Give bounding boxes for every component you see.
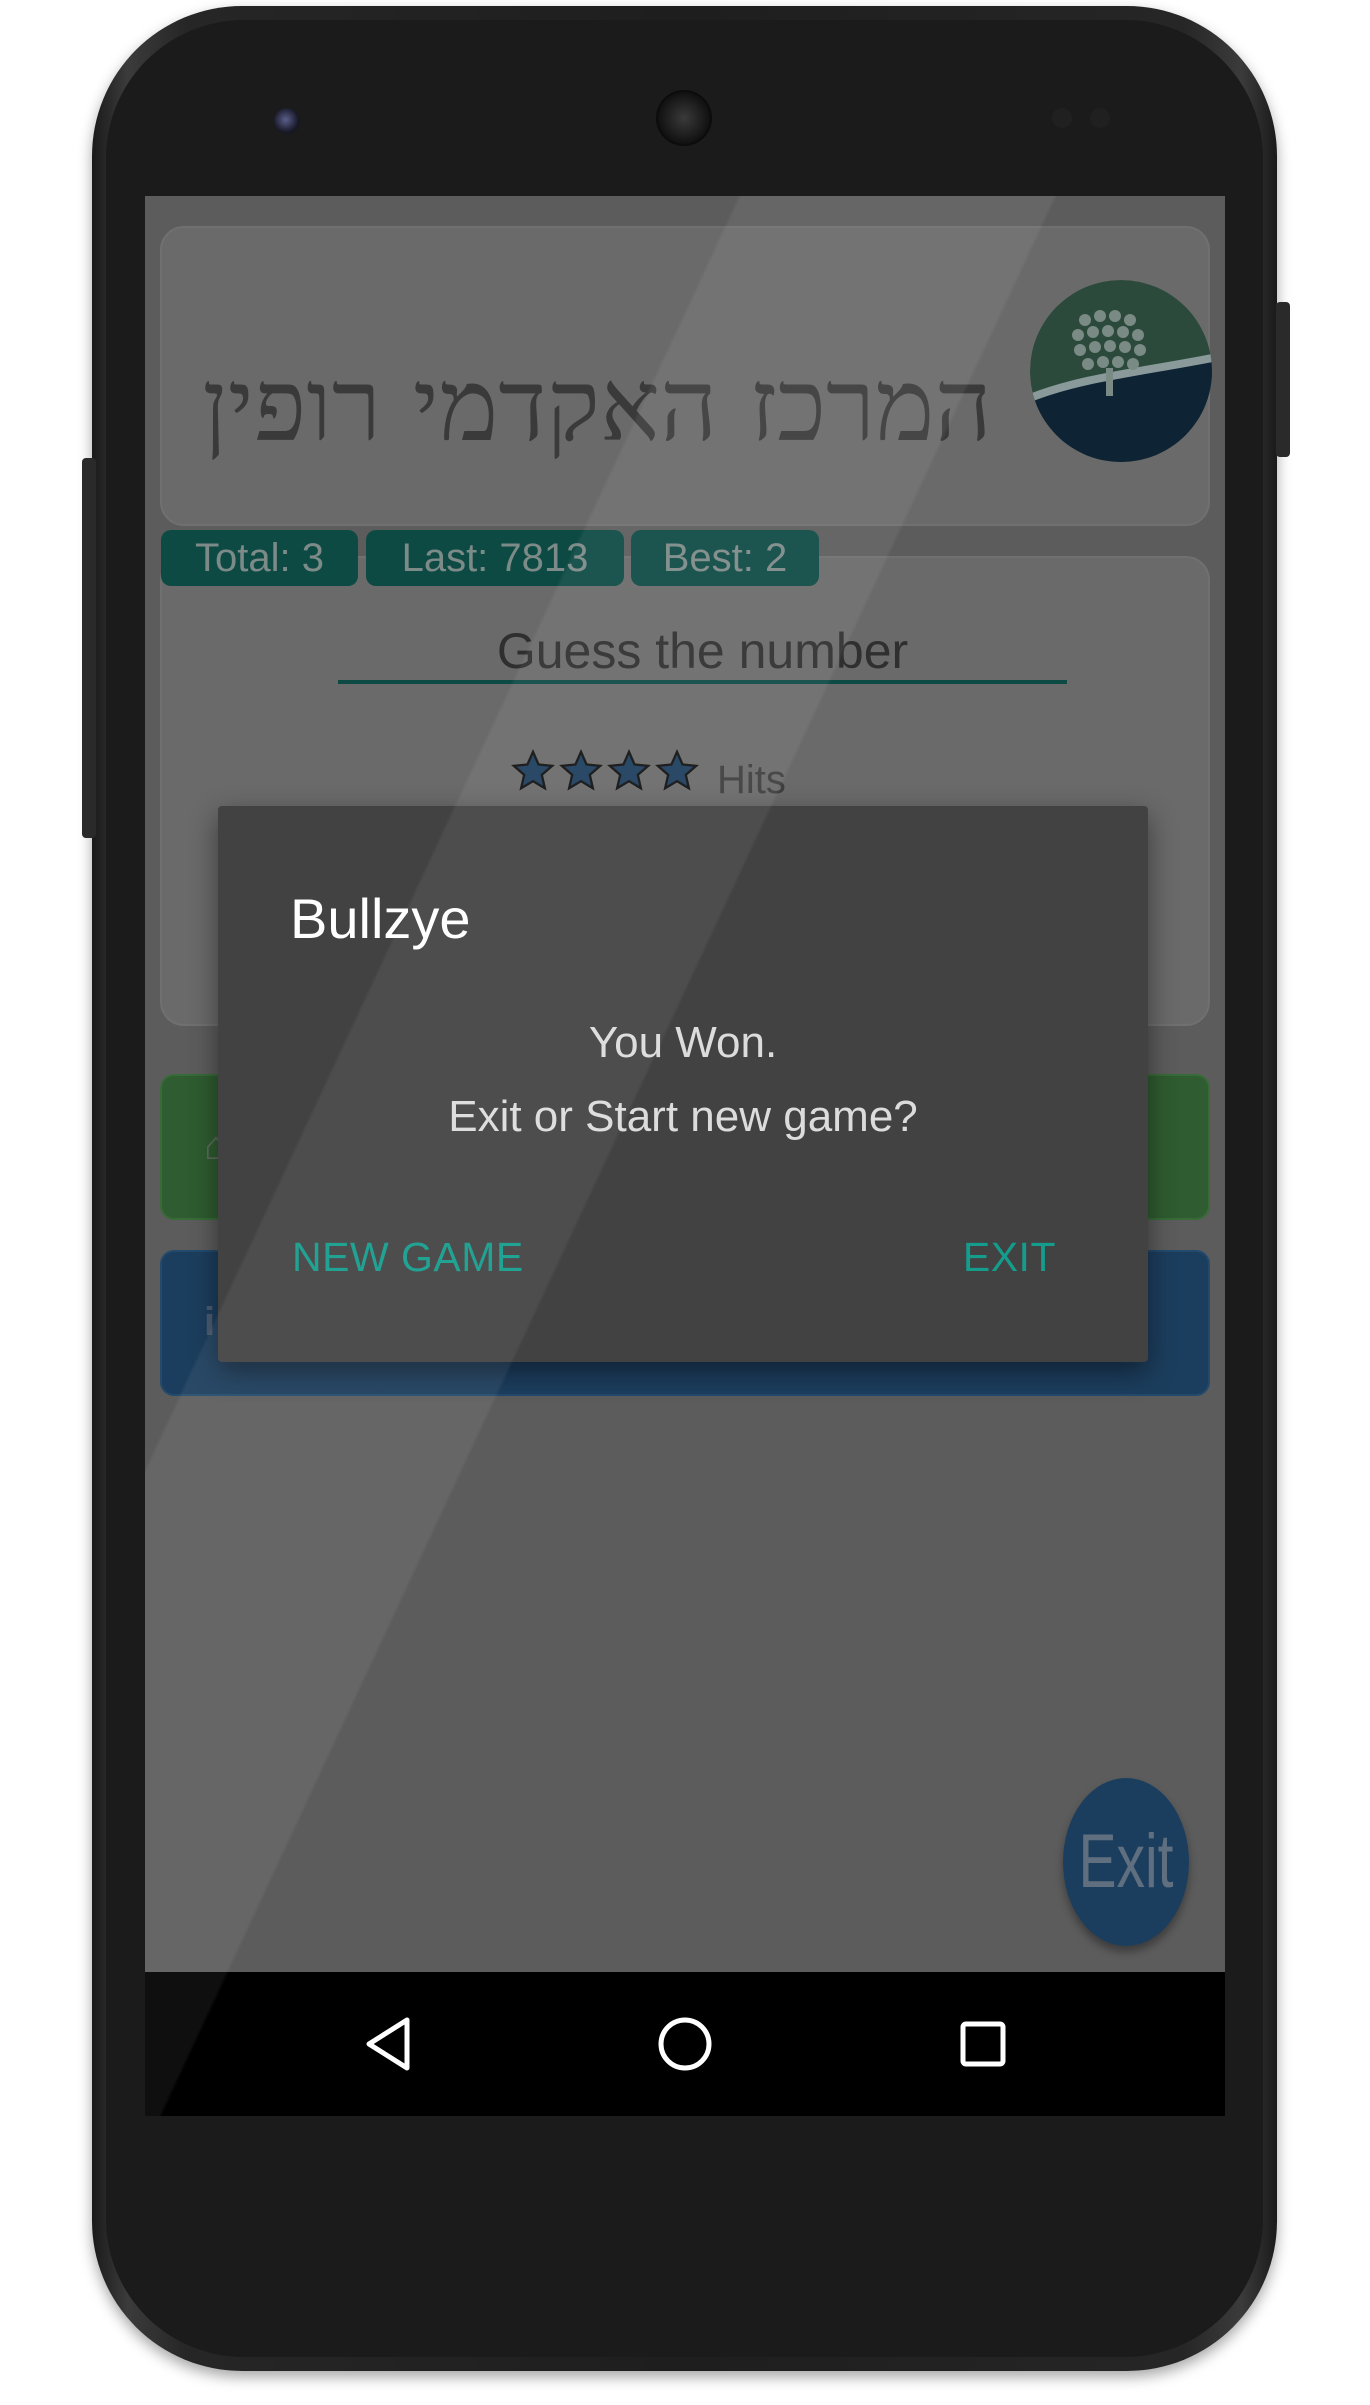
new-game-button[interactable]: NEW GAME: [292, 1234, 524, 1281]
dialog-message-line2: Exit or Start new game?: [448, 1092, 918, 1141]
exit-button[interactable]: EXIT: [963, 1234, 1056, 1281]
home-circle-icon[interactable]: [653, 2012, 717, 2076]
star-icon: [511, 748, 555, 791]
star-icon: [607, 748, 651, 791]
last-badge: Last: 7813: [366, 530, 624, 586]
navigation-bar: [145, 1972, 1225, 2116]
hits-rating: [510, 748, 702, 794]
hits-label: Hits: [717, 758, 786, 802]
star-icon: [655, 748, 699, 791]
earpiece-speaker: [656, 90, 712, 146]
total-badge: Total: 3: [161, 530, 358, 586]
result-dialog: Bullzye You Won. Exit or Start new game?…: [218, 806, 1148, 1362]
power-button: [1276, 302, 1290, 457]
screen: המרכז האקדמי רופין Guess the number Hits…: [145, 196, 1225, 2116]
volume-button: [82, 458, 96, 838]
back-triangle-icon[interactable]: [357, 2012, 421, 2076]
tree-in-circle-icon: [1030, 280, 1212, 462]
guess-input[interactable]: Guess the number: [338, 618, 1067, 684]
exit-fab[interactable]: Exit: [1063, 1778, 1189, 1946]
best-badge: Best: 2: [631, 530, 819, 586]
proximity-sensor: [1052, 108, 1072, 128]
dialog-message: You Won. Exit or Start new game?: [218, 1006, 1148, 1154]
dialog-title: Bullzye: [290, 887, 471, 950]
app-content: המרכז האקדמי רופין Guess the number Hits…: [145, 196, 1225, 1972]
dialog-message-line1: You Won.: [588, 1018, 778, 1067]
college-logo-text: המרכז האקדמי רופין: [202, 347, 992, 464]
front-camera: [274, 108, 300, 134]
star-icon: [559, 748, 603, 791]
recent-apps-square-icon[interactable]: [951, 2012, 1015, 2076]
logo-card: המרכז האקדמי רופין: [160, 226, 1212, 526]
light-sensor: [1090, 108, 1110, 128]
